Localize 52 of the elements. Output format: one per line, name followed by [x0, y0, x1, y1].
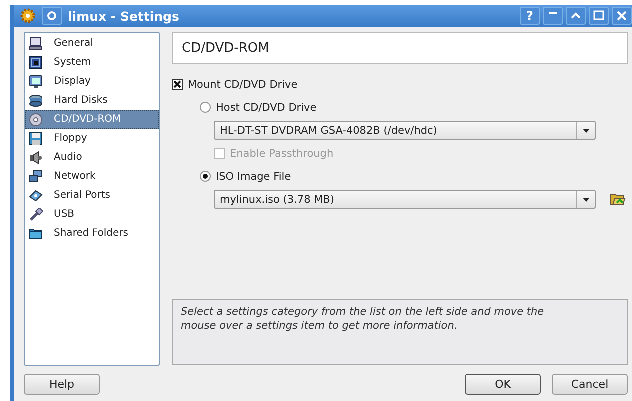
maximize-button[interactable]	[589, 7, 609, 25]
disk-stack-icon	[29, 94, 43, 108]
sidebar-item[interactable]: Audio	[25, 148, 159, 167]
sidebar-item[interactable]: Serial Ports	[25, 186, 159, 205]
folder-icon	[610, 192, 626, 206]
help-button[interactable]: ?	[520, 7, 540, 25]
disc-icon	[29, 112, 43, 126]
sidebar-item[interactable]: General	[25, 34, 159, 53]
dialog-button[interactable]: OK	[465, 374, 541, 395]
caret-icon	[582, 198, 590, 202]
speaker-icon	[29, 150, 43, 164]
drive-dropdown[interactable]: HL-DT-ST DVDRAM GSA-4082B (/dev/hdc)	[214, 121, 596, 140]
open-folder-button[interactable]	[610, 192, 626, 206]
sidebar-item[interactable]: CD/DVD-ROM	[25, 110, 159, 129]
minus-icon	[549, 12, 557, 14]
page-title: CD/DVD-ROM	[172, 32, 628, 64]
sidebar-item[interactable]: Floppy	[25, 129, 159, 148]
chip-icon	[29, 56, 43, 70]
close-button[interactable]	[612, 7, 632, 25]
port-icon	[29, 188, 43, 202]
radio-label: ISO Image File	[216, 170, 292, 182]
dialog-button[interactable]: Help	[24, 374, 100, 395]
network-icon	[29, 170, 43, 184]
floppy-icon	[29, 132, 43, 146]
dialog-button[interactable]: Cancel	[552, 374, 628, 395]
ring-icon	[47, 11, 57, 21]
info-text: Select a settings category from the list on the left side and move the mouse over a settings item to get more information.	[181, 305, 546, 333]
minimize-button[interactable]	[543, 7, 563, 25]
radio-button[interactable]	[200, 171, 211, 182]
sidebar-item[interactable]: Network	[25, 167, 159, 186]
square-icon	[593, 10, 605, 22]
caret-icon	[582, 128, 590, 132]
gear-icon[interactable]	[20, 8, 36, 24]
sidebar-item[interactable]: Hard Disks	[25, 91, 159, 110]
sidebar-item[interactable]: USB	[25, 205, 159, 224]
sidebar-item[interactable]: System	[25, 53, 159, 72]
drive-dropdown[interactable]: mylinux.iso (3.78 MB)	[214, 190, 596, 209]
checkbox[interactable]	[172, 79, 183, 90]
shade-button[interactable]	[566, 7, 586, 25]
sidebar-item[interactable]: Display	[25, 72, 159, 91]
checkbox-label: Enable Passthrough	[230, 148, 334, 160]
plug-icon	[29, 208, 43, 222]
radio-button[interactable]	[200, 102, 211, 113]
close-icon	[616, 10, 628, 22]
radio-label: Host CD/DVD Drive	[216, 102, 317, 114]
folder-icon	[29, 226, 43, 240]
monitor-icon	[29, 74, 43, 88]
checkbox-label: Mount CD/DVD Drive	[188, 78, 298, 90]
window-title: limux - Settings	[68, 8, 180, 24]
sidebar-item[interactable]: Shared Folders	[25, 224, 159, 243]
computer-icon	[29, 36, 43, 50]
pin-button[interactable]	[42, 7, 62, 25]
